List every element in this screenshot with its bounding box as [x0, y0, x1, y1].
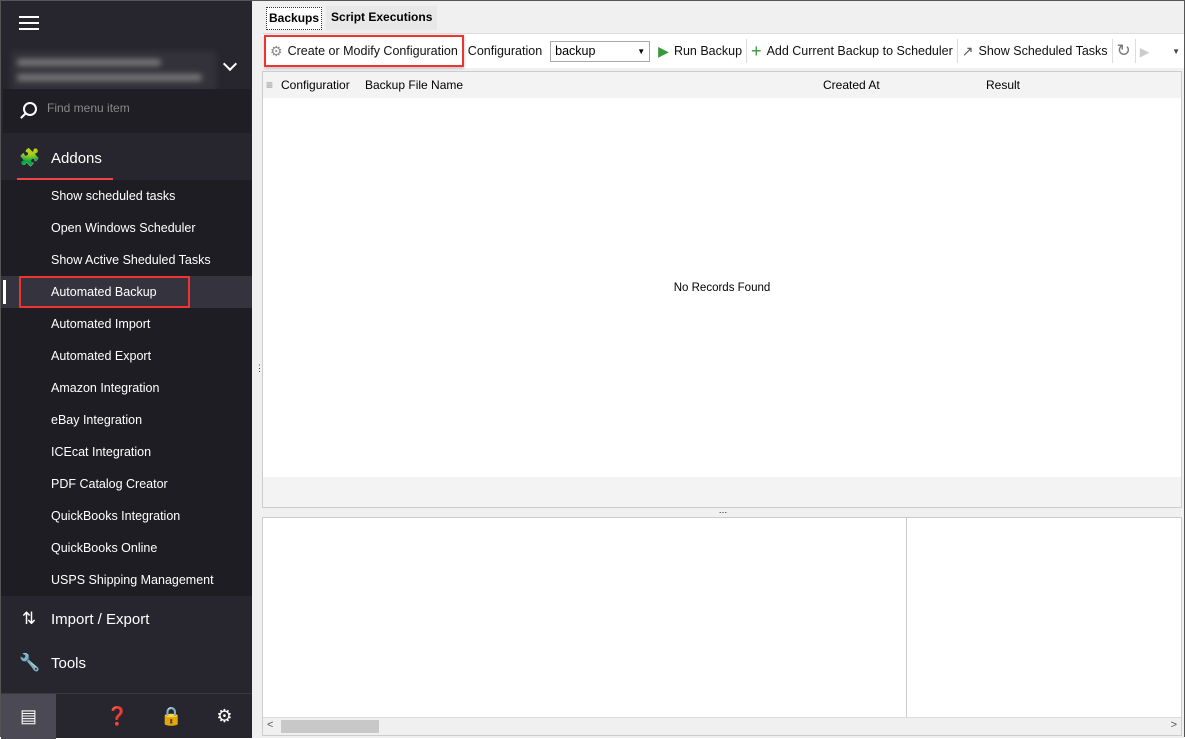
sidebar-item[interactable]: eBay Integration — [1, 404, 252, 436]
refresh-icon[interactable]: ↻ — [1113, 37, 1135, 65]
sidebar-item[interactable]: Amazon Integration — [1, 372, 252, 404]
button-label: Create or Modify Configuration — [287, 44, 458, 58]
sidebar-item[interactable]: Open Windows Scheduler — [1, 212, 252, 244]
toolbar: ⚙ Create or Modify Configuration Configu… — [262, 33, 1184, 68]
scroll-left-icon[interactable]: < — [267, 719, 273, 731]
tab-script-executions[interactable]: Script Executions — [326, 6, 438, 30]
store-selector[interactable] — [11, 51, 216, 91]
sidebar-item[interactable]: Automated Export — [1, 340, 252, 372]
divider — [906, 518, 907, 717]
show-scheduled-tasks-button[interactable]: ↗ Show Scheduled Tasks — [958, 37, 1112, 65]
configuration-label: Configuration — [467, 44, 543, 58]
column-header[interactable]: Result — [986, 78, 1020, 92]
search-icon — [23, 102, 37, 116]
sidebar: 🧩 Addons Show scheduled tasks Open Windo… — [1, 1, 252, 739]
play-icon: ▶ — [658, 42, 669, 59]
dropdown-arrow-icon: ▼ — [637, 46, 646, 56]
chevron-down-icon[interactable] — [222, 56, 238, 72]
gear-icon: ⚙ — [270, 42, 283, 59]
section-label: Addons — [51, 149, 102, 167]
addons-submenu: Show scheduled tasks Open Windows Schedu… — [1, 180, 252, 596]
sidebar-section-tools[interactable]: 🔧 Tools — [1, 641, 252, 685]
search-input[interactable] — [47, 101, 237, 115]
inbox-icon[interactable]: ▤ — [1, 694, 56, 739]
wrench-icon: 🔧 — [19, 653, 41, 672]
overflow-dropdown-icon[interactable]: ▼ — [1168, 37, 1184, 65]
play-icon[interactable]: ▶ — [1136, 37, 1154, 65]
scrollbar-thumb[interactable] — [281, 720, 379, 733]
plus-icon: + — [751, 40, 762, 61]
create-modify-configuration-button[interactable]: ⚙ Create or Modify Configuration — [264, 35, 464, 67]
menu-search — [3, 89, 251, 133]
grid-footer — [263, 477, 1181, 507]
scroll-right-icon[interactable]: > — [1171, 719, 1177, 731]
up-down-arrows-icon: ⇅ — [21, 609, 37, 628]
help-icon[interactable]: ❓ — [90, 694, 145, 739]
sidebar-item[interactable]: Automated Import — [1, 308, 252, 340]
tab-backups[interactable]: Backups — [266, 7, 323, 30]
lock-icon[interactable]: 🔒 — [144, 694, 199, 739]
gear-icon[interactable]: ⚙ — [197, 694, 252, 739]
hamburger-menu-icon[interactable] — [19, 16, 39, 31]
horizontal-scrollbar[interactable]: < > — [263, 717, 1181, 735]
section-label: Tools — [51, 654, 87, 672]
button-label: Show Scheduled Tasks — [978, 44, 1108, 58]
button-label: Add Current Backup to Scheduler — [766, 44, 953, 58]
sidebar-item[interactable]: Show scheduled tasks — [1, 180, 252, 212]
sidebar-section-import-export[interactable]: ⇅ Import / Export — [1, 597, 252, 641]
horizontal-splitter[interactable]: … — [262, 506, 1184, 517]
column-chooser-icon[interactable]: ≡ — [266, 78, 273, 92]
section-label: Import / Export — [51, 610, 150, 628]
run-backup-button[interactable]: ▶ Run Backup — [654, 37, 746, 65]
main-panel: Backups Script Executions ⚙ Create or Mo… — [262, 1, 1184, 738]
column-header[interactable]: Backup File Name — [365, 78, 463, 92]
configuration-select[interactable]: backup ▼ — [550, 40, 651, 62]
external-link-icon: ↗ — [961, 42, 974, 59]
sidebar-item[interactable]: ICEcat Integration — [1, 436, 252, 468]
sidebar-item[interactable]: PDF Catalog Creator — [1, 468, 252, 500]
sidebar-section-addons[interactable]: 🧩 Addons — [1, 136, 252, 180]
column-header[interactable]: Configuratior — [281, 78, 350, 92]
details-panel: < > — [262, 517, 1182, 736]
sidebar-item[interactable]: USPS Shipping Management — [1, 564, 252, 596]
grid-header: ≡ Configuratior Backup File Name Created… — [263, 72, 1181, 98]
puzzle-icon: 🧩 — [19, 148, 41, 167]
sidebar-item[interactable]: Show Active Sheduled Tasks — [1, 244, 252, 276]
vertical-splitter[interactable]: ⋮ — [252, 1, 264, 738]
select-value: backup — [555, 44, 596, 58]
sidebar-item[interactable]: QuickBooks Integration — [1, 500, 252, 532]
add-to-scheduler-button[interactable]: + Add Current Backup to Scheduler — [747, 37, 957, 65]
sidebar-footer: ▤ ❓ 🔒 ⚙ — [1, 693, 252, 739]
tab-bar: Backups Script Executions — [262, 6, 439, 30]
empty-message: No Records Found — [673, 282, 771, 294]
button-label: Run Backup — [673, 44, 743, 58]
sidebar-item[interactable]: QuickBooks Online — [1, 532, 252, 564]
highlight-box — [19, 276, 190, 308]
backups-grid: ≡ Configuratior Backup File Name Created… — [262, 71, 1182, 508]
column-header[interactable]: Created At — [823, 78, 880, 92]
